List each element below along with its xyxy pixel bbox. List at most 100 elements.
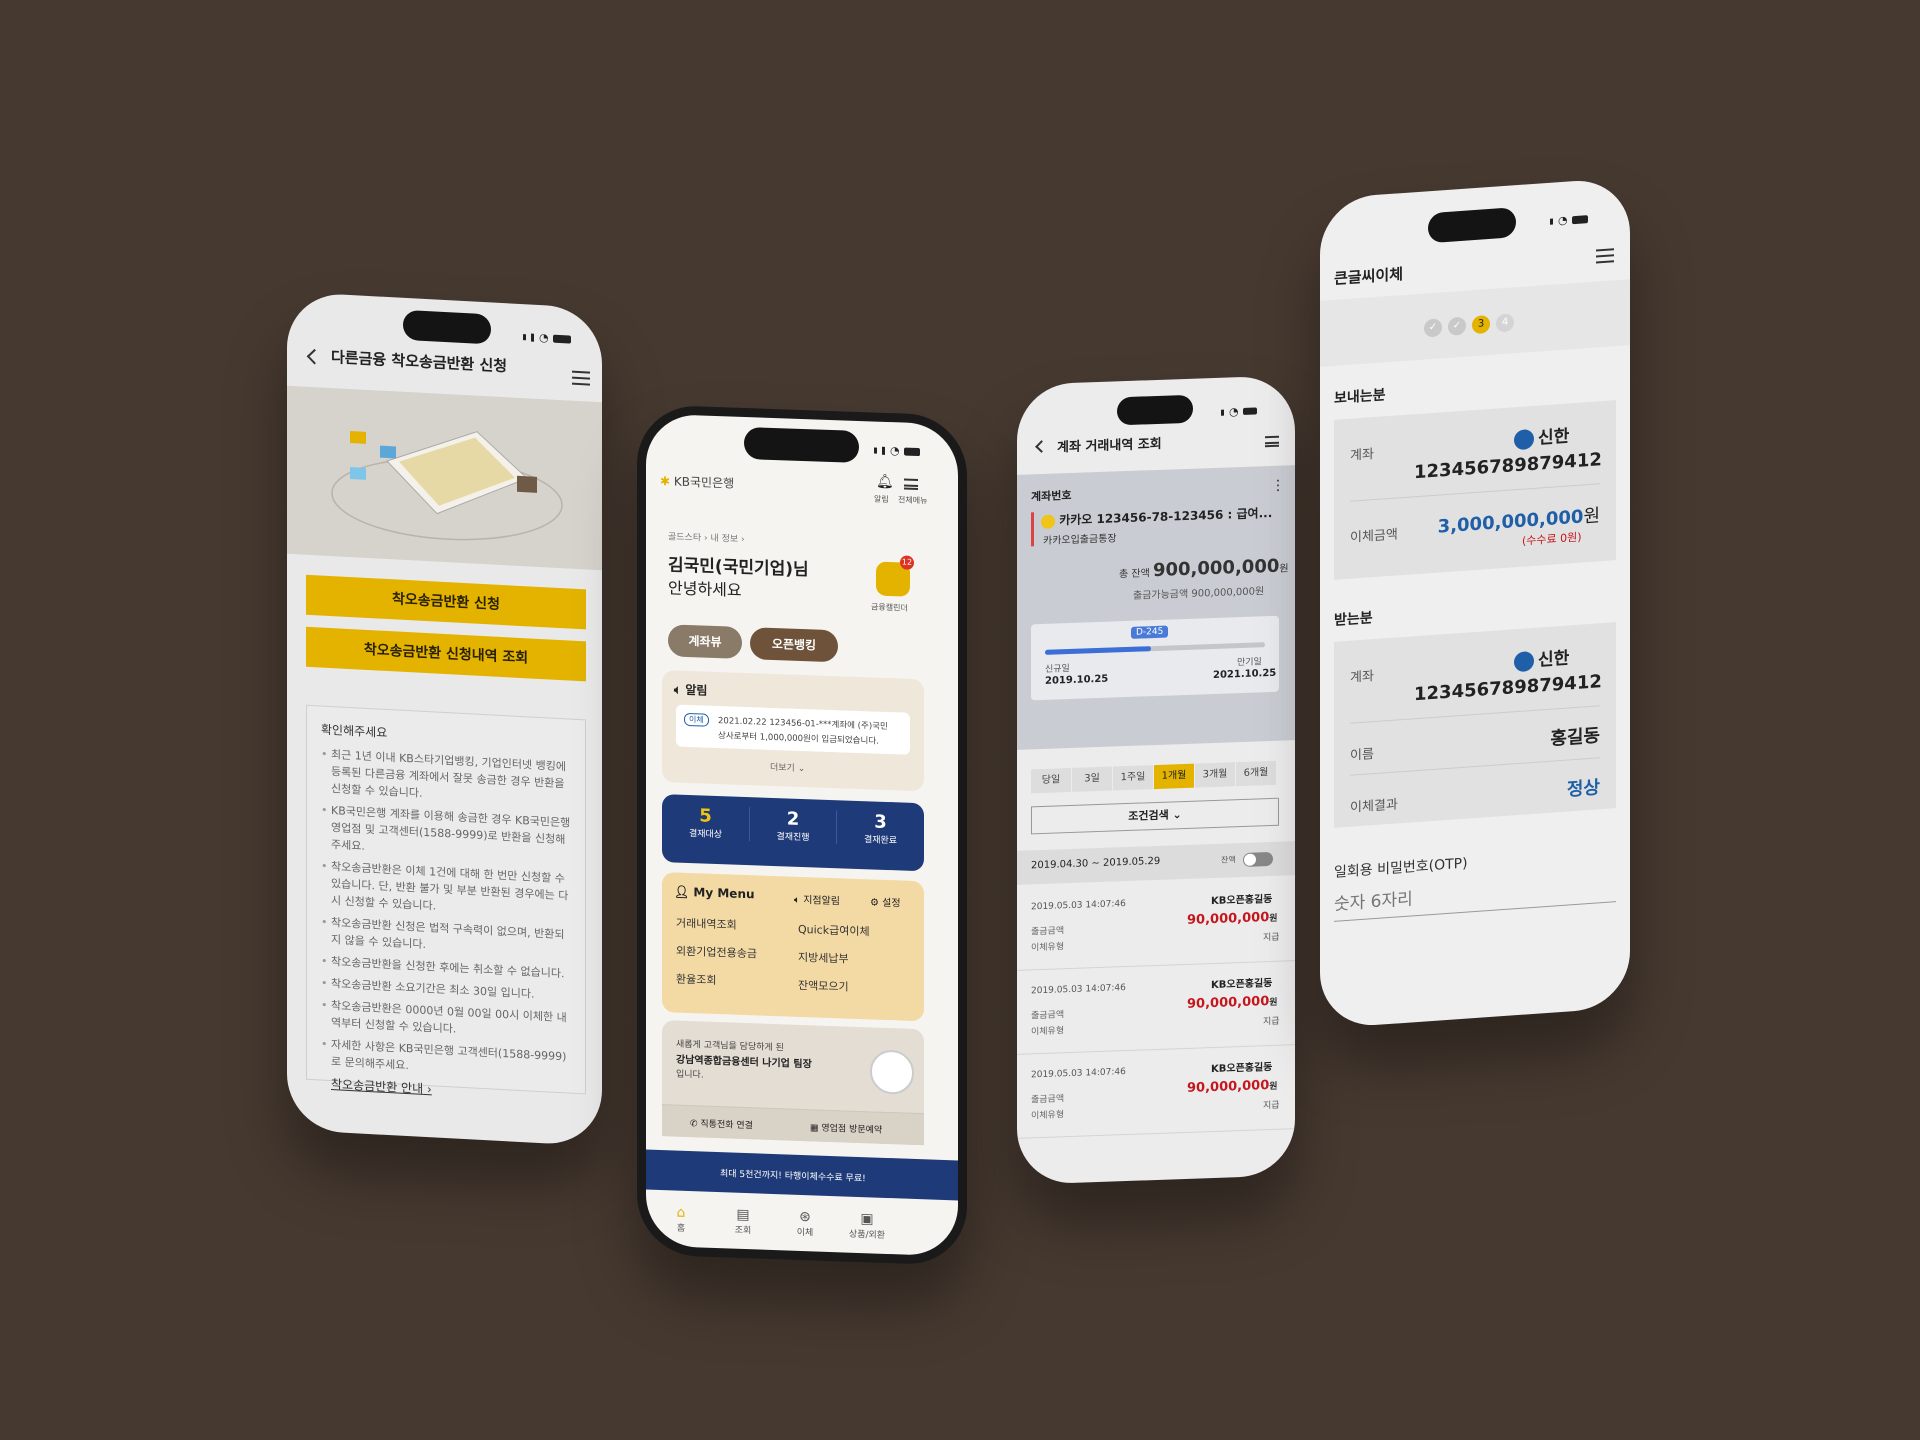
account-type: 카카오입출금통장 bbox=[1043, 533, 1117, 547]
stat-done[interactable]: 3 결재완료 bbox=[836, 810, 924, 848]
alert-title: 🔈︎ 알림 bbox=[674, 682, 708, 698]
menu-icon[interactable] bbox=[1596, 248, 1614, 264]
my-menu-title-text: My Menu bbox=[693, 885, 755, 902]
shinhan-logo-icon bbox=[1514, 428, 1534, 451]
menu-item-transactions[interactable]: 거래내역조회 bbox=[676, 915, 737, 933]
more-vert-icon[interactable]: ⋮ bbox=[1271, 477, 1285, 493]
txn-amount-won: 원 bbox=[1269, 997, 1278, 1009]
dday-progress-fill bbox=[1045, 646, 1151, 655]
alert-text-2: 상사로부터 1,000,000원이 입금되었습니다. bbox=[718, 731, 879, 747]
nav-transfer[interactable]: ⊛ 이체 bbox=[780, 1208, 830, 1239]
calendar-label: 금융캘린더 bbox=[871, 602, 908, 613]
nav-inquiry[interactable]: ▤ 조회 bbox=[718, 1206, 768, 1237]
nav-products[interactable]: ▣ 상품/외환 bbox=[842, 1210, 892, 1241]
kb-logo[interactable]: ✱ KB국민은행 bbox=[660, 472, 734, 492]
sender-account-number: 123456789879412 bbox=[1414, 449, 1602, 484]
stat-label: 결재대상 bbox=[688, 829, 723, 841]
tab-open-banking[interactable]: 오픈뱅킹 bbox=[750, 627, 838, 663]
stat-pending[interactable]: 5 결재대상 bbox=[662, 804, 749, 841]
txn-amount: 90,000,000원 bbox=[1187, 1078, 1278, 1096]
transfer-amount-won: 원 bbox=[1583, 505, 1600, 528]
kakao-icon bbox=[1041, 514, 1055, 529]
visit-button[interactable]: ▦ 영업점 방문예약 bbox=[810, 1120, 882, 1136]
period-3days[interactable]: 3일 bbox=[1072, 766, 1112, 792]
transaction-row[interactable]: 2019.05.03 14:07:46 KB오픈홍길동 출금금액 이체유형 90… bbox=[1017, 961, 1295, 1055]
tab-account-view[interactable]: 계좌뷰 bbox=[668, 624, 742, 659]
stat-label: 결재완료 bbox=[863, 835, 898, 847]
page-title: 큰글씨이체 bbox=[1334, 265, 1404, 288]
txn-type: 지급 bbox=[1263, 1100, 1280, 1112]
txn-label-amount: 출금금액 bbox=[1031, 1010, 1065, 1022]
condition-search-button[interactable]: 조건검색 ⌄ bbox=[1031, 797, 1279, 835]
start-label: 신규일 bbox=[1045, 664, 1070, 675]
alert-message[interactable]: 이체 2021.02.22 123456-01-***계좌에 (주)국민 상사로… bbox=[676, 704, 910, 755]
stat-in-progress[interactable]: 2 결재진행 bbox=[749, 807, 836, 845]
toggle-knob bbox=[1244, 853, 1256, 866]
my-menu-card: 👤︎ My Menu 🔈︎ 지점알림 ⚙ 설정 거래내역조회 외환기업전용송금 … bbox=[662, 872, 924, 1022]
nav-home[interactable]: ⌂ 홈 bbox=[656, 1204, 706, 1235]
bell-icon[interactable]: 🔔︎ bbox=[876, 474, 894, 491]
menu-item-balance-gather[interactable]: 잔액모으기 bbox=[798, 977, 849, 995]
settings-button[interactable]: ⚙ 설정 bbox=[870, 893, 901, 909]
manager-actions: ✆ 직통전화 연결 ▦ 영업점 방문예약 bbox=[662, 1104, 924, 1146]
breadcrumb[interactable]: 골드스타 › 내 정보 › bbox=[668, 529, 745, 545]
notice-title: 확인해주세요 bbox=[321, 722, 388, 740]
dynamic-island bbox=[1428, 207, 1516, 244]
receiver-account-number: 123456789879412 bbox=[1414, 671, 1602, 706]
back-icon[interactable] bbox=[306, 348, 323, 365]
menu-item-quick-payroll[interactable]: Quick급여이체 bbox=[798, 921, 870, 940]
menu-icon[interactable] bbox=[1265, 435, 1279, 448]
account-name[interactable]: 카카오 123456-78-123456 : 급여... bbox=[1041, 504, 1272, 529]
dday-progress-track bbox=[1045, 642, 1265, 655]
transfer-result: 정상 bbox=[1566, 777, 1600, 801]
notice-item: 최근 1년 이내 KB스타기업뱅킹, 기업인터넷 뱅킹에 등록된 다른금융 계좌… bbox=[321, 746, 571, 810]
balance-toggle[interactable] bbox=[1243, 851, 1273, 867]
amount-label: 이체금액 bbox=[1350, 527, 1398, 546]
stat-number: 3 bbox=[874, 811, 887, 833]
period-6months[interactable]: 6개월 bbox=[1236, 760, 1276, 787]
step-current: 3 bbox=[1472, 314, 1490, 335]
transaction-row[interactable]: 2019.05.03 14:07:46 KB오픈홍길동 출금금액 이체유형 90… bbox=[1017, 877, 1295, 971]
period-today[interactable]: 당일 bbox=[1031, 767, 1071, 794]
txn-amount: 90,000,000원 bbox=[1187, 910, 1278, 928]
period-3months[interactable]: 3개월 bbox=[1195, 762, 1235, 788]
txn-amount-won: 원 bbox=[1269, 913, 1278, 925]
txn-amount: 90,000,000원 bbox=[1187, 994, 1278, 1012]
menu-item-fx-remittance[interactable]: 외환기업전용송금 bbox=[676, 943, 757, 962]
txn-label-type: 이체유형 bbox=[1031, 1110, 1065, 1122]
more-link[interactable]: 더보기 ⌄ bbox=[770, 760, 805, 774]
branch-alert-button[interactable]: 🔈︎ 지점알림 bbox=[794, 891, 840, 908]
refund-guide-link-label: 착오송금반환 안내 bbox=[331, 1077, 424, 1096]
receiver-title: 받는분 bbox=[1334, 610, 1373, 629]
approval-stats: 5 결재대상 2 결재진행 3 결재완료 bbox=[662, 794, 924, 872]
menu-item-exchange-rate[interactable]: 환율조회 bbox=[676, 971, 716, 988]
sender-box: 계좌 신한 123456789879412 이체금액 3,000,000,000… bbox=[1334, 400, 1616, 580]
txn-type: 지급 bbox=[1263, 932, 1280, 944]
phone-refund-screen: ◔ 다른금융 착오송금반환 신청 착오송금반환 신청 착오송금반환 신청내역 조… bbox=[287, 291, 602, 1147]
call-button[interactable]: ✆ 직통전화 연결 bbox=[690, 1116, 753, 1131]
product-icon: ▣ bbox=[860, 1211, 874, 1228]
period-1month[interactable]: 1개월 bbox=[1154, 763, 1194, 790]
notice-item: KB국민은행 계좌를 이용해 송금한 경우 KB국민은행 영업점 및 고객센터(… bbox=[321, 802, 571, 866]
transfer-icon: ⊛ bbox=[799, 1208, 811, 1226]
period-1week[interactable]: 1주일 bbox=[1113, 765, 1153, 791]
transaction-row[interactable]: 2019.05.03 14:07:46 KB오픈홍길동 출금금액 이체유형 90… bbox=[1017, 1045, 1295, 1139]
end-label: 만기일 bbox=[1237, 657, 1262, 669]
menu-icon[interactable] bbox=[904, 478, 918, 491]
dynamic-island bbox=[1117, 394, 1193, 426]
home-icon: ⌂ bbox=[676, 1204, 686, 1221]
back-icon[interactable] bbox=[1035, 440, 1048, 453]
promo-banner-text: 최대 5천건까지! 타행이체수수료 무료! bbox=[720, 1169, 866, 1185]
receiver-bank-name: 신한 bbox=[1538, 648, 1570, 671]
step-next: 4 bbox=[1496, 313, 1514, 333]
dday-badge: D-245 bbox=[1131, 625, 1169, 639]
refund-history-button[interactable]: 착오송금반환 신청내역 조회 bbox=[306, 626, 586, 682]
receiver-bank: 신한 bbox=[1514, 643, 1570, 673]
refund-apply-button[interactable]: 착오송금반환 신청 bbox=[306, 574, 586, 630]
menu-item-local-tax[interactable]: 지방세납부 bbox=[798, 949, 849, 967]
txn-date: 2019.05.03 14:07:46 bbox=[1031, 983, 1126, 997]
phone-home-screen: ◔ ✱ KB국민은행 🔔︎ 알림 전체메뉴 골드스타 › 내 정보 › 김국민(… bbox=[637, 404, 967, 1266]
menu-icon[interactable] bbox=[572, 370, 590, 386]
status-bar: ◔ bbox=[874, 444, 920, 459]
promo-banner[interactable]: 최대 5천건까지! 타행이체수수료 무료! bbox=[646, 1149, 958, 1201]
